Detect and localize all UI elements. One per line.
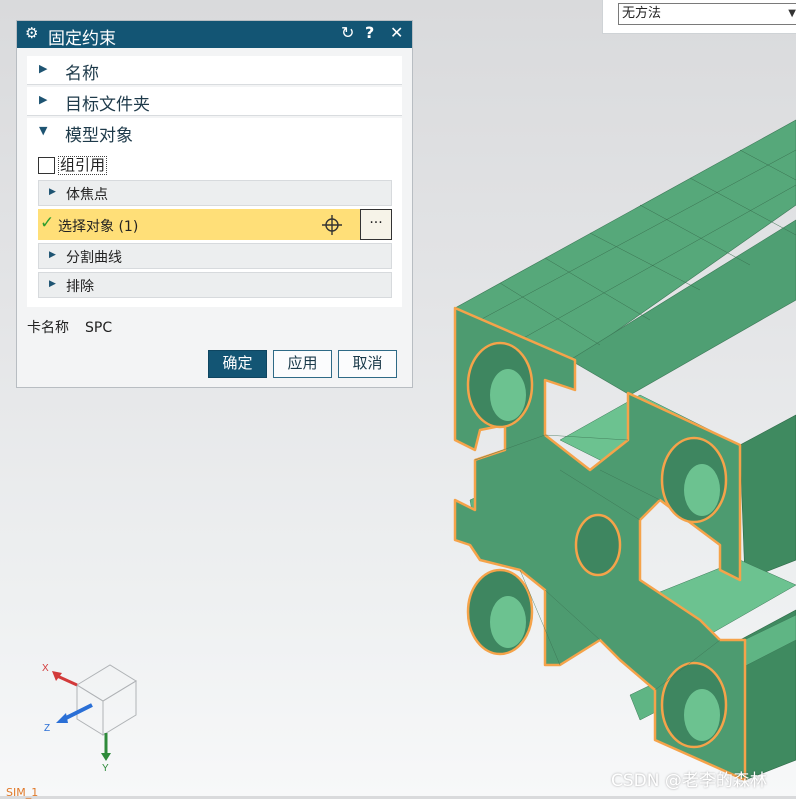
expand-right-icon: ▶ (49, 279, 56, 289)
group-reference-checkbox[interactable] (38, 157, 55, 174)
collapse-down-icon: ▼ (39, 124, 48, 137)
apply-button[interactable]: 应用 (273, 350, 332, 378)
close-icon[interactable]: ✕ (390, 23, 403, 42)
subgroup-split-curve[interactable]: ▶ 分割曲线 (38, 243, 392, 269)
section-name-label: 名称 (65, 64, 99, 84)
y-axis-label: Y (102, 763, 109, 774)
gear-icon: ⚙ (25, 24, 39, 42)
sim-label: SIM_1 (6, 786, 39, 799)
view-triad[interactable]: X Z Y (30, 655, 150, 780)
subgroup-exclude[interactable]: ▶ 排除 (38, 272, 392, 298)
card-name-value: SPC (85, 320, 113, 336)
y-axis-icon (101, 733, 111, 761)
z-axis-icon (56, 703, 93, 723)
triad-cube (76, 664, 137, 736)
method-toolbar: 无方法 ▼ (602, 0, 796, 34)
subgroup-body-focus[interactable]: ▶ 体焦点 (38, 180, 392, 206)
section-model-object-label: 模型对象 (65, 126, 133, 146)
reset-icon[interactable]: ↻ (341, 23, 354, 42)
section-model-object[interactable]: ▼ 模型对象 (27, 118, 402, 146)
group-reference-label: 组引用 (58, 156, 108, 175)
checkmark-icon: ✓ (40, 213, 55, 233)
card-name-label: 卡名称 (27, 320, 69, 336)
section-target-folder[interactable]: ▶ 目标文件夹 (27, 87, 402, 116)
subgroup-exclude-label: 排除 (66, 279, 94, 295)
extrusion-model[interactable] (453, 119, 796, 782)
z-axis-label: Z (44, 723, 50, 734)
subgroup-body-focus-label: 体焦点 (66, 187, 108, 203)
x-axis-label: X (42, 663, 49, 674)
expand-right-icon: ▶ (39, 62, 48, 75)
select-object-row[interactable]: ✓ 选择对象 (1) ··· (38, 209, 392, 240)
cancel-button[interactable]: 取消 (338, 350, 397, 378)
x-axis-icon (52, 671, 78, 687)
subgroup-split-curve-label: 分割曲线 (66, 250, 122, 266)
chevron-down-icon: ▼ (788, 8, 796, 19)
fixed-constraint-dialog: ⚙ 固定约束 ↻ ? ✕ ▶ 名称 ▶ 目标文件夹 ▼ 模型对象 组引用 ▶ 体… (16, 20, 413, 388)
expand-right-icon: ▶ (49, 187, 56, 197)
more-options-button[interactable]: ··· (360, 209, 392, 240)
ok-button[interactable]: 确定 (208, 350, 267, 378)
watermark-text: CSDN @老李的森林 (611, 771, 767, 791)
crosshair-icon[interactable] (322, 215, 342, 235)
method-select-value: 无方法 (622, 6, 662, 21)
select-object-label: 选择对象 (1) (58, 219, 139, 235)
help-icon[interactable]: ? (365, 23, 374, 42)
section-name[interactable]: ▶ 名称 (27, 56, 402, 85)
card-name-row: 卡名称 SPC (27, 317, 112, 337)
expand-right-icon: ▶ (49, 250, 56, 260)
dialog-title: 固定约束 (48, 29, 116, 49)
section-target-folder-label: 目标文件夹 (65, 95, 150, 115)
dialog-titlebar[interactable]: ⚙ 固定约束 ↻ ? ✕ (17, 21, 412, 49)
expand-right-icon: ▶ (39, 93, 48, 106)
method-select[interactable]: 无方法 ▼ (618, 3, 796, 25)
